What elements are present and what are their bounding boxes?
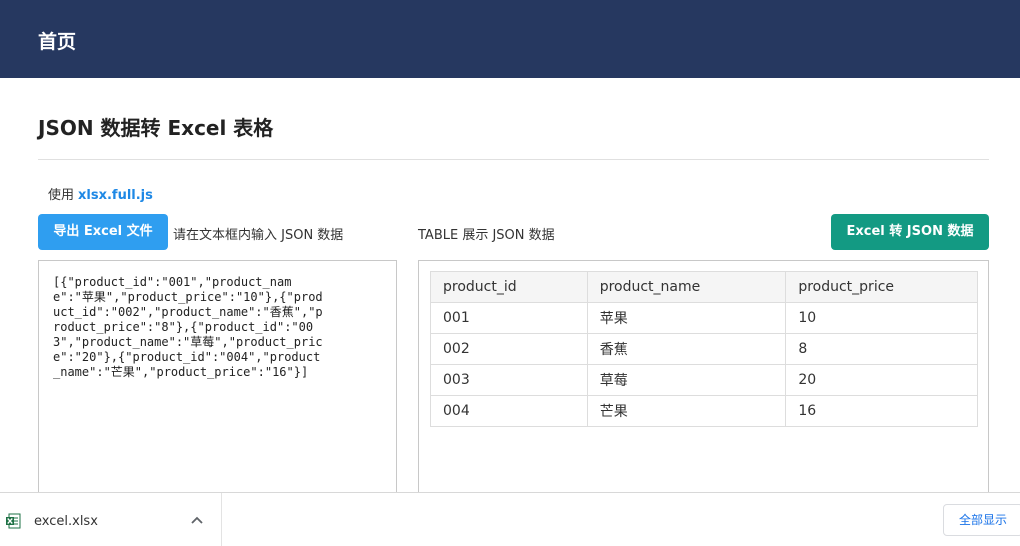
table-cell: 香蕉: [586, 333, 787, 365]
chevron-up-icon[interactable]: [190, 515, 204, 525]
download-shelf: excel.xlsx 全部显示: [0, 492, 1020, 546]
input-hint: 请在文本框内输入 JSON 数据: [173, 228, 344, 243]
table-cell: 002: [430, 333, 588, 365]
nav-home-link[interactable]: 首页: [38, 27, 76, 54]
download-separator: [221, 493, 222, 546]
json-data-table: product_id product_name product_price 00…: [430, 271, 978, 427]
library-link[interactable]: xlsx.full.js: [78, 188, 153, 203]
table-cell: 8: [785, 333, 978, 365]
divider: [38, 159, 989, 160]
json-input-textarea[interactable]: [{"product_id":"001","product_name":"苹果"…: [38, 260, 397, 500]
table-row: 004 芒果 16: [430, 395, 978, 427]
column-header: product_id: [430, 271, 588, 303]
table-cell: 16: [785, 395, 978, 427]
table-cell: 10: [785, 302, 978, 334]
table-cell: 001: [430, 302, 588, 334]
excel-file-icon: [6, 513, 21, 529]
json-input-value: [{"product_id":"001","product_name":"苹果"…: [53, 275, 323, 379]
column-header: product_name: [586, 271, 787, 303]
page-title: JSON 数据转 Excel 表格: [38, 116, 274, 140]
excel-to-json-button[interactable]: Excel 转 JSON 数据: [831, 214, 989, 250]
table-cell: 003: [430, 364, 588, 396]
download-file-name[interactable]: excel.xlsx: [34, 514, 98, 529]
library-note: 使用 xlsx.full.js: [48, 184, 153, 203]
table-cell: 草莓: [586, 364, 787, 396]
json-table-panel: product_id product_name product_price 00…: [418, 260, 989, 500]
top-nav-bar: 首页: [0, 0, 1020, 78]
table-cell: 苹果: [586, 302, 787, 334]
library-note-prefix: 使用: [48, 188, 75, 203]
table-cell: 004: [430, 395, 588, 427]
table-hint: TABLE 展示 JSON 数据: [418, 228, 555, 243]
table-row: 003 草莓 20: [430, 364, 978, 396]
show-all-downloads-button[interactable]: 全部显示: [943, 504, 1020, 536]
table-row: 002 香蕉 8: [430, 333, 978, 365]
export-excel-button[interactable]: 导出 Excel 文件: [38, 214, 168, 250]
table-row: 001 苹果 10: [430, 302, 978, 334]
table-cell: 芒果: [586, 395, 787, 427]
column-header: product_price: [785, 271, 978, 303]
table-header-row: product_id product_name product_price: [430, 271, 978, 303]
table-cell: 20: [785, 364, 978, 396]
